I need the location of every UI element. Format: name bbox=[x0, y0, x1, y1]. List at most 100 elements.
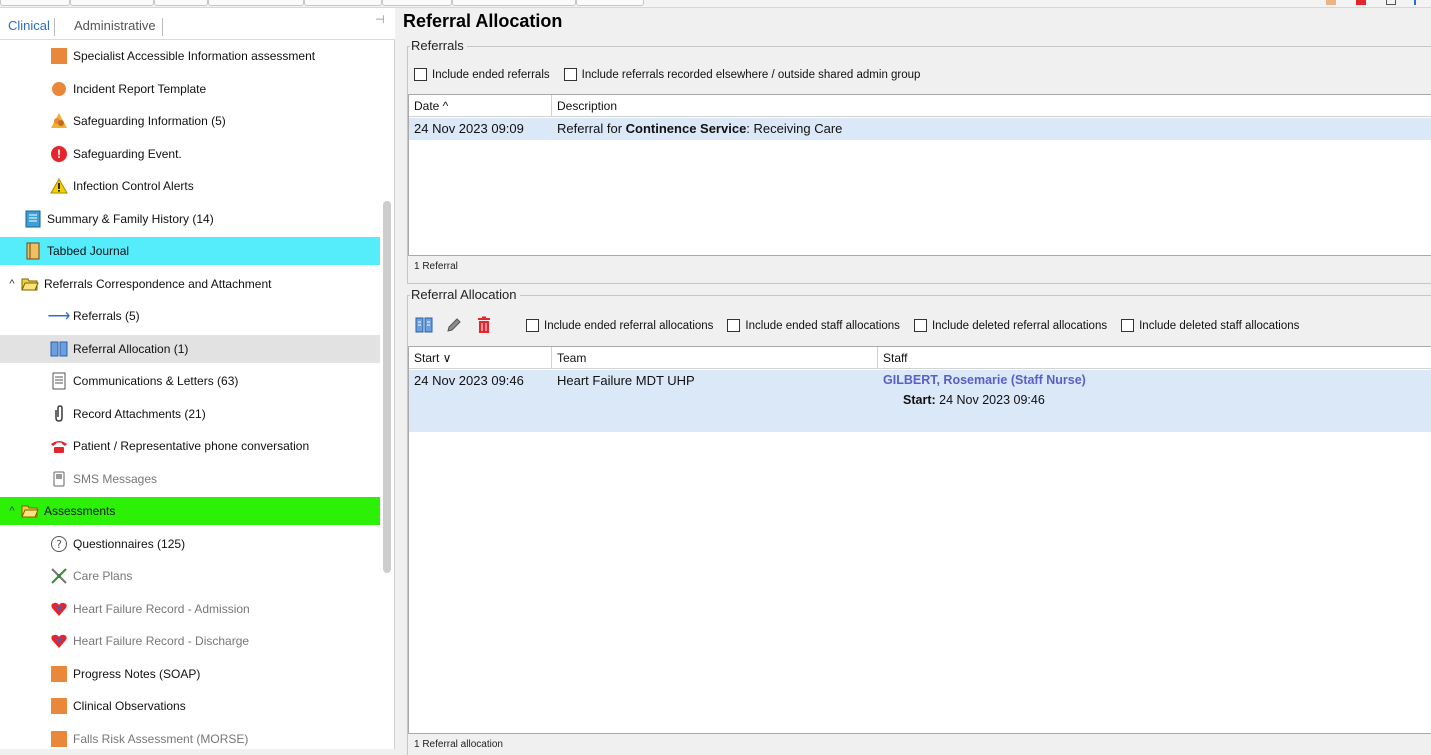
toolbar-button[interactable] bbox=[382, 0, 452, 6]
tree-item[interactable]: SMS Messages bbox=[0, 465, 380, 493]
table-row[interactable]: 24 Nov 2023 09:46 Heart Failure MDT UHP … bbox=[409, 370, 1431, 432]
tree-item-label: Infection Control Alerts bbox=[73, 179, 194, 193]
tree-item[interactable]: Patient / Representative phone conversat… bbox=[0, 432, 380, 460]
checkbox-box[interactable] bbox=[563, 68, 577, 81]
allocation-staff-link[interactable]: GILBERT, Rosemarie (Staff Nurse) bbox=[883, 373, 1086, 387]
checkbox-box[interactable] bbox=[1121, 319, 1135, 332]
include-ended-referral-allocations-checkbox[interactable]: Include ended referral allocations bbox=[526, 319, 713, 332]
summary-book-icon bbox=[24, 210, 42, 228]
phone-icon bbox=[50, 437, 68, 455]
heart-icon bbox=[50, 600, 68, 618]
safeguarding-icon bbox=[50, 112, 68, 130]
column-header-date[interactable]: Date ^ bbox=[409, 95, 552, 117]
tree-item[interactable]: Infection Control Alerts bbox=[0, 172, 380, 200]
tree-item[interactable]: Incident Report Template bbox=[0, 75, 380, 103]
tree-item-label: Referrals (5) bbox=[73, 309, 140, 323]
folder-open-icon bbox=[21, 275, 39, 293]
tree-item[interactable]: ? Questionnaires (125) bbox=[0, 530, 380, 558]
referral-allocation-icon[interactable] bbox=[414, 315, 434, 335]
column-header-description[interactable]: Description bbox=[552, 95, 1431, 117]
tree-item[interactable]: Heart Failure Record - Admission bbox=[0, 595, 380, 623]
toolbar-icon[interactable] bbox=[1326, 0, 1336, 5]
toolbar-button[interactable] bbox=[208, 0, 304, 6]
tab-administrative[interactable]: Administrative bbox=[70, 18, 163, 36]
tree-item-label: Incident Report Template bbox=[73, 81, 207, 96]
delete-trash-icon[interactable] bbox=[474, 315, 494, 335]
tree-item-label: Safeguarding Event. bbox=[73, 146, 182, 161]
tree-item[interactable]: ^ Referrals Correspondence and Attachment bbox=[0, 270, 380, 298]
tree-item[interactable]: Summary & Family History (14) bbox=[0, 205, 380, 233]
checkbox-box[interactable] bbox=[913, 319, 927, 332]
tree-item[interactable]: ^ Assessments bbox=[0, 497, 380, 525]
tree-item[interactable]: Heart Failure Record - Discharge bbox=[0, 627, 380, 655]
referral-date: 24 Nov 2023 09:09 bbox=[414, 121, 524, 136]
tree-item-label: Clinical Observations bbox=[73, 699, 186, 713]
paperclip-icon bbox=[50, 404, 68, 423]
include-referrals-elsewhere-checkbox[interactable]: Include referrals recorded elsewhere / o… bbox=[563, 68, 920, 81]
tree-item[interactable]: Clinical Observations bbox=[0, 692, 380, 720]
include-ended-staff-allocations-checkbox[interactable]: Include ended staff allocations bbox=[727, 319, 900, 332]
tree-item-label: Tabbed Journal bbox=[47, 244, 130, 258]
svg-text:?: ? bbox=[56, 538, 62, 551]
include-deleted-referral-allocations-checkbox[interactable]: Include deleted referral allocations bbox=[913, 319, 1108, 332]
tree-item-label: Care Plans bbox=[73, 569, 133, 583]
tree-item[interactable]: Referral Allocation (1) bbox=[0, 334, 380, 363]
toolbar-button[interactable] bbox=[304, 0, 382, 6]
column-header-start[interactable]: Start ∨ bbox=[409, 347, 552, 369]
toolbar-icon[interactable] bbox=[1414, 0, 1424, 5]
tree-item-label: Assessments bbox=[44, 504, 116, 518]
expand-caret-icon[interactable]: ^ bbox=[6, 278, 18, 290]
alert-circle-icon: ! bbox=[50, 145, 68, 163]
tree-item[interactable]: Falls Risk Assessment (MORSE) bbox=[0, 725, 380, 750]
toolbar-icon[interactable] bbox=[1356, 0, 1366, 5]
tree-item[interactable]: ⟶ Referrals (5) bbox=[0, 302, 380, 330]
tree-item-label: Record Attachments (21) bbox=[73, 406, 206, 421]
tree-item[interactable]: ! Safeguarding Event. bbox=[0, 140, 380, 168]
allocation-start: 24 Nov 2023 09:46 bbox=[414, 373, 524, 388]
column-header-staff[interactable]: Staff bbox=[878, 347, 1431, 369]
toolbar-button[interactable] bbox=[452, 0, 576, 6]
tree-item-label: Heart Failure Record - Discharge bbox=[73, 634, 250, 648]
tree-item[interactable]: Communications & Letters (63) bbox=[0, 367, 380, 395]
tree-item[interactable]: Tabbed Journal bbox=[0, 237, 380, 265]
referral-description: Referral for Continence Service: Receivi… bbox=[557, 121, 842, 136]
table-row[interactable]: 24 Nov 2023 09:09 Referral for Continenc… bbox=[409, 118, 1431, 140]
tree-item[interactable]: Safeguarding Information (5) bbox=[0, 107, 380, 135]
question-circle-icon: ? bbox=[50, 535, 68, 553]
toolbar-button[interactable] bbox=[0, 0, 70, 6]
referrals-group-caption: Referrals bbox=[410, 38, 467, 53]
toolbar-button[interactable] bbox=[576, 0, 644, 6]
checkbox-label: Include deleted referral allocations bbox=[931, 319, 1108, 332]
tree-item-label: Safeguarding Information (5) bbox=[73, 114, 226, 128]
allocation-table-header: Start ∨ Team Staff bbox=[409, 347, 1431, 369]
toolbar-button[interactable] bbox=[154, 0, 208, 6]
description-prefix: Referral for bbox=[557, 121, 626, 136]
referrals-filter-row: Include ended referrals Include referral… bbox=[414, 68, 934, 81]
include-ended-referrals-checkbox[interactable]: Include ended referrals bbox=[414, 68, 550, 81]
tree-item-label: Referrals Correspondence and Attachment bbox=[44, 276, 272, 291]
tree-item[interactable]: Care Plans bbox=[0, 562, 380, 590]
heart-icon bbox=[50, 632, 68, 650]
pin-icon[interactable]: ⊣ bbox=[375, 13, 385, 26]
tree-item[interactable]: Record Attachments (21) bbox=[0, 400, 380, 428]
tree-item[interactable]: Progress Notes (SOAP) bbox=[0, 660, 380, 688]
tab-clinical[interactable]: Clinical bbox=[4, 18, 55, 36]
referral-allocation-table: Start ∨ Team Staff 24 Nov 2023 09:46 Hea… bbox=[408, 346, 1431, 734]
checkbox-box[interactable] bbox=[727, 319, 741, 332]
tree-item[interactable]: Specialist Accessible Information assess… bbox=[0, 42, 380, 70]
toolbar-icon[interactable] bbox=[1386, 0, 1396, 5]
tree-item-label: Referral Allocation (1) bbox=[73, 341, 189, 356]
tree-scrollbar-thumb[interactable] bbox=[383, 201, 391, 573]
checkbox-box[interactable] bbox=[526, 319, 539, 332]
tree-item-label: Questionnaires (125) bbox=[73, 536, 186, 551]
column-header-team[interactable]: Team bbox=[552, 347, 878, 369]
checkbox-label: Include ended staff allocations bbox=[745, 319, 900, 332]
expand-caret-icon[interactable]: ^ bbox=[6, 505, 18, 517]
top-toolbar-strip bbox=[0, 0, 1431, 8]
include-deleted-staff-allocations-checkbox[interactable]: Include deleted staff allocations bbox=[1121, 319, 1299, 332]
edit-pencil-icon[interactable] bbox=[444, 315, 464, 335]
toolbar-button[interactable] bbox=[70, 0, 154, 6]
checkbox-box[interactable] bbox=[414, 68, 427, 81]
journal-icon bbox=[24, 242, 42, 260]
referrals-group: Referrals Include ended referrals Includ… bbox=[407, 38, 1431, 284]
